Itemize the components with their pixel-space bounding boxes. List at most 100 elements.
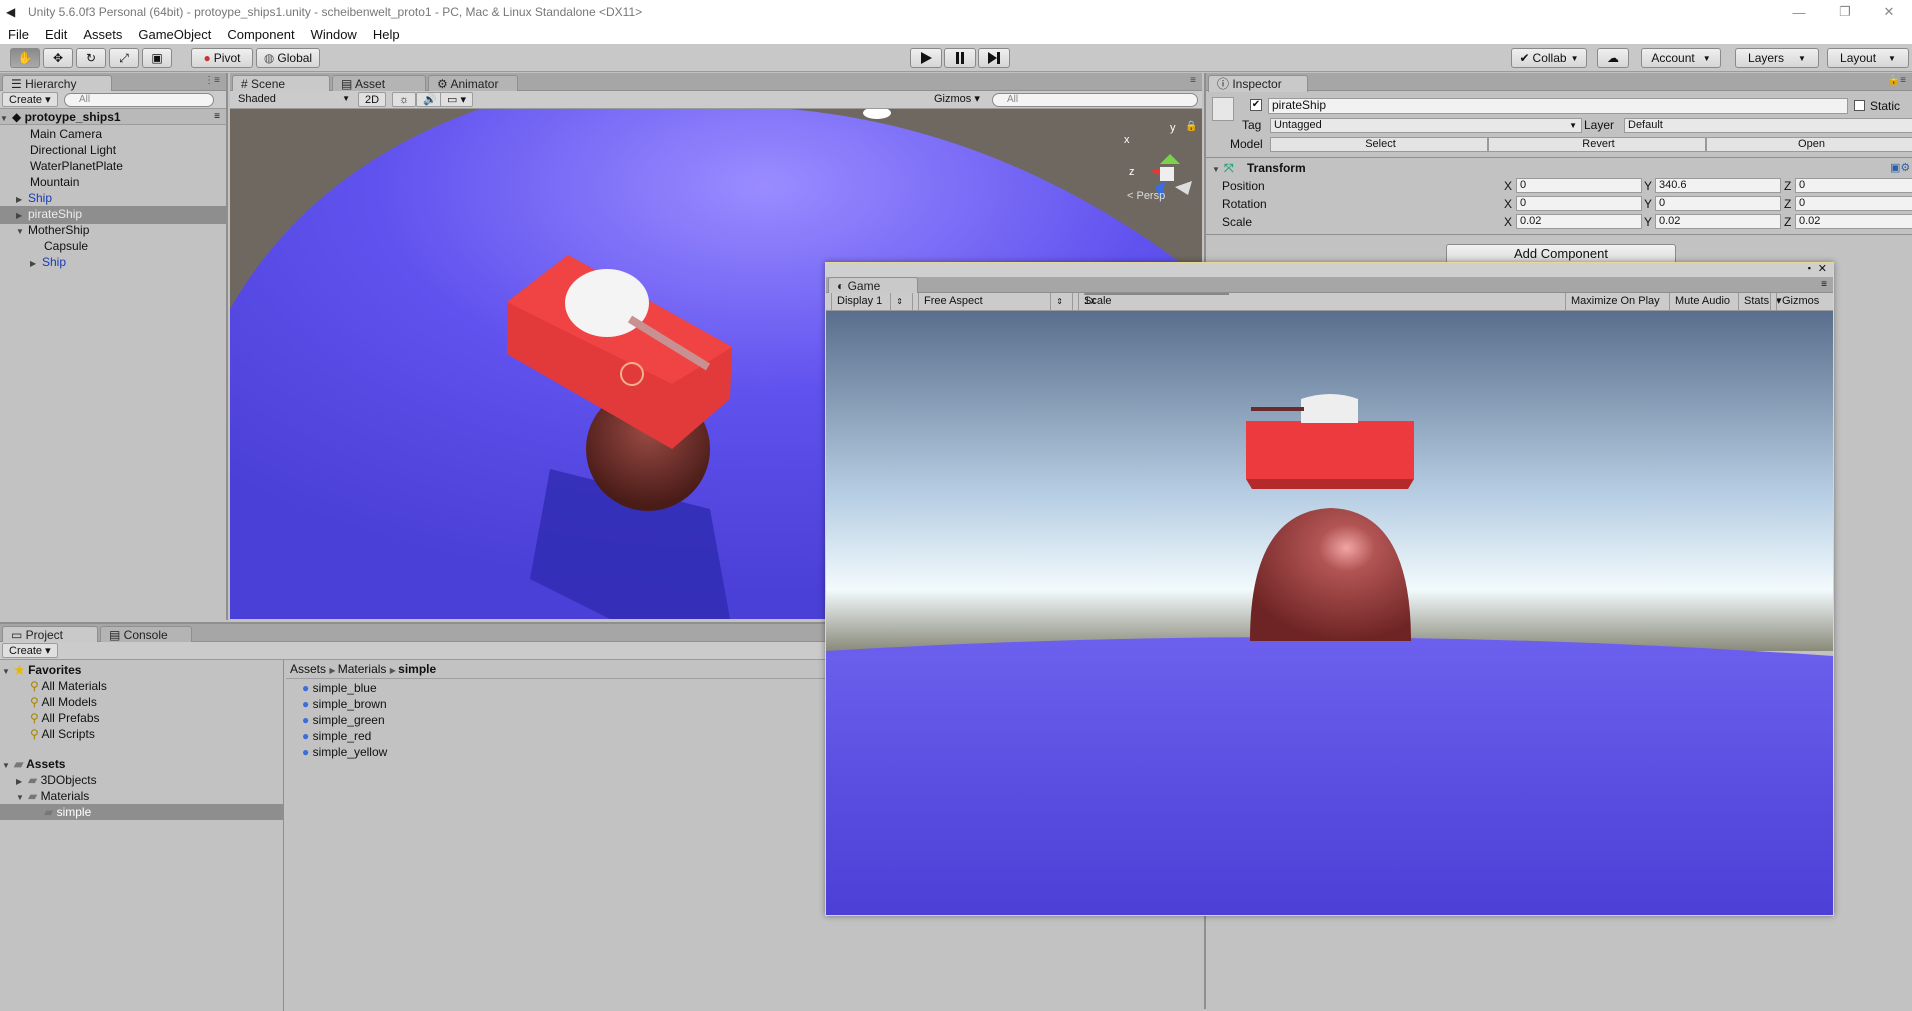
expand-arrow-icon[interactable]: ▼ bbox=[2, 758, 14, 774]
list-item[interactable]: ● simple_blue bbox=[302, 680, 377, 696]
step-button[interactable] bbox=[978, 48, 1010, 68]
tab-hierarchy[interactable]: ☰ Hierarchy bbox=[2, 75, 112, 92]
scene-root-row[interactable]: ▼ ◆ protoype_ships1 ≡ bbox=[0, 109, 226, 125]
game-viewport[interactable] bbox=[826, 311, 1833, 915]
toggle-2d-button[interactable]: 2D bbox=[358, 92, 387, 107]
list-item[interactable]: Directional Light bbox=[30, 142, 116, 158]
expand-arrow-icon[interactable]: ▼ bbox=[0, 111, 12, 127]
list-item[interactable]: ⚲ All Models bbox=[30, 694, 97, 710]
hierarchy-create-button[interactable]: Create ▾ bbox=[2, 92, 58, 107]
maximize-on-play-button[interactable]: Maximize On Play bbox=[1565, 293, 1665, 310]
hierarchy-search-input[interactable]: All bbox=[64, 93, 214, 107]
gizmos-dropdown[interactable]: Gizmos ▾ bbox=[928, 92, 986, 107]
rotation-x-field[interactable]: 0 bbox=[1516, 196, 1642, 211]
close-icon[interactable]: ✕ bbox=[1866, 0, 1912, 24]
cloud-button[interactable]: ☁ bbox=[1597, 48, 1629, 68]
expand-arrow-icon[interactable]: ▼ bbox=[16, 224, 28, 240]
lock-icon[interactable]: 🔒≡ bbox=[1888, 75, 1906, 86]
add-component-button[interactable]: Add Component bbox=[1446, 244, 1676, 264]
scale-z-field[interactable]: 0.02 bbox=[1795, 214, 1912, 229]
account-button[interactable]: Account ▼ bbox=[1641, 48, 1721, 68]
list-item[interactable]: ● simple_yellow bbox=[302, 744, 387, 760]
panel-menu-icon[interactable]: ⋮≡ bbox=[204, 75, 220, 86]
collab-button[interactable]: ✔ Collab ▼ bbox=[1511, 48, 1587, 68]
menu-component[interactable]: Component bbox=[219, 27, 302, 42]
layout-button[interactable]: Layout ▼ bbox=[1827, 48, 1909, 68]
global-button[interactable]: ◍ Global bbox=[256, 48, 320, 68]
menu-assets[interactable]: Assets bbox=[75, 27, 130, 42]
list-item[interactable]: ● simple_green bbox=[302, 712, 385, 728]
minimize-icon[interactable]: — bbox=[1776, 0, 1822, 24]
position-z-field[interactable]: 0 bbox=[1795, 178, 1912, 193]
scale-slider-track[interactable] bbox=[1084, 293, 1229, 295]
expand-arrow-icon[interactable]: ▶ bbox=[30, 256, 42, 272]
scale-x-field[interactable]: 0.02 bbox=[1516, 214, 1642, 229]
rotation-z-field[interactable]: 0 bbox=[1795, 196, 1912, 211]
scale-slider[interactable]: Scale 1x bbox=[1072, 293, 1272, 310]
menu-file[interactable]: File bbox=[0, 27, 37, 42]
tab-inspector[interactable]: ⓘ Inspector bbox=[1208, 75, 1308, 92]
persp-label[interactable]: < Persp bbox=[1127, 190, 1165, 202]
model-open-button[interactable]: Open bbox=[1706, 137, 1912, 152]
help-icon[interactable]: ▣⚙ bbox=[1890, 161, 1910, 174]
rotation-y-field[interactable]: 0 bbox=[1655, 196, 1781, 211]
menu-gameobject[interactable]: GameObject bbox=[130, 27, 219, 42]
tag-dropdown[interactable]: Untagged ▼ bbox=[1270, 118, 1582, 133]
list-item[interactable]: ● simple_brown bbox=[302, 696, 387, 712]
menu-window[interactable]: Window bbox=[303, 27, 365, 42]
shading-dropdown[interactable]: Shaded ▼ bbox=[232, 92, 354, 107]
tab-project[interactable]: ▭ Project bbox=[2, 626, 98, 643]
lock-icon[interactable]: 🔒 bbox=[1185, 120, 1197, 132]
menu-edit[interactable]: Edit bbox=[37, 27, 75, 42]
layers-button[interactable]: Layers ▼ bbox=[1735, 48, 1819, 68]
hand-tool-icon[interactable]: ✋ bbox=[10, 48, 40, 68]
list-item-selected[interactable]: ▰ simple bbox=[0, 804, 283, 820]
layer-dropdown[interactable]: Default bbox=[1624, 118, 1912, 133]
breadcrumb-item[interactable]: Materials bbox=[338, 662, 387, 676]
effects-toggle-icon[interactable]: ▭ ▾ bbox=[440, 92, 473, 107]
tab-game[interactable]: ◐ Game bbox=[828, 277, 918, 294]
active-checkbox[interactable]: ✔ bbox=[1250, 99, 1262, 111]
mute-audio-button[interactable]: Mute Audio bbox=[1669, 293, 1735, 310]
breadcrumb-item[interactable]: Assets bbox=[290, 662, 326, 676]
maximize-icon[interactable]: ▪ bbox=[1808, 263, 1811, 273]
panel-menu-icon[interactable]: ≡ bbox=[1190, 75, 1196, 86]
position-x-field[interactable]: 0 bbox=[1516, 178, 1642, 193]
lighting-toggle-icon[interactable]: ☼ bbox=[392, 92, 417, 107]
model-select-button[interactable]: Select bbox=[1270, 137, 1488, 152]
pivot-button[interactable]: ● Pivot bbox=[191, 48, 253, 68]
list-item[interactable]: Capsule bbox=[44, 238, 88, 254]
tab-animator[interactable]: ⚙ Animator bbox=[428, 75, 518, 92]
scene-menu-icon[interactable]: ≡ bbox=[214, 109, 220, 125]
tab-scene[interactable]: # Scene bbox=[232, 75, 330, 92]
move-tool-icon[interactable]: ✥ bbox=[43, 48, 73, 68]
tab-console[interactable]: ▤ Console bbox=[100, 626, 192, 643]
list-item[interactable]: ⚲ All Scripts bbox=[30, 726, 95, 742]
expand-arrow-icon[interactable]: ▼ bbox=[2, 664, 14, 680]
aspect-dropdown[interactable]: Free Aspect ⇕ bbox=[912, 293, 1072, 310]
list-item[interactable]: Main Camera bbox=[30, 126, 102, 142]
scene-search-input[interactable]: All bbox=[992, 93, 1198, 107]
model-revert-button[interactable]: Revert bbox=[1488, 137, 1706, 152]
expand-arrow-icon[interactable]: ▼ bbox=[1212, 162, 1224, 178]
stats-button[interactable]: Stats bbox=[1738, 293, 1774, 310]
close-icon[interactable]: ✕ bbox=[1818, 262, 1827, 275]
list-item[interactable]: WaterPlanetPlate bbox=[30, 158, 123, 174]
list-item[interactable]: ⚲ All Prefabs bbox=[30, 710, 100, 726]
display-dropdown[interactable]: Display 1 ⇕ bbox=[826, 293, 912, 310]
breadcrumb-item[interactable]: simple bbox=[398, 662, 436, 676]
transform-header[interactable]: ▼ ⤧ Transform bbox=[1212, 160, 1306, 178]
list-item[interactable]: ⚲ All Materials bbox=[30, 678, 107, 694]
scale-y-field[interactable]: 0.02 bbox=[1655, 214, 1781, 229]
list-item[interactable]: Mountain bbox=[30, 174, 79, 190]
list-item[interactable]: ▶ Ship bbox=[30, 254, 66, 272]
restore-icon[interactable]: ❐ bbox=[1822, 0, 1868, 24]
pause-button[interactable] bbox=[944, 48, 976, 68]
tab-asset-store[interactable]: ▤ Asset Store bbox=[332, 75, 426, 107]
panel-menu-icon[interactable]: ≡ bbox=[1821, 279, 1827, 290]
rotate-tool-icon[interactable]: ↻ bbox=[76, 48, 106, 68]
play-button[interactable] bbox=[910, 48, 942, 68]
list-item[interactable]: ● simple_red bbox=[302, 728, 371, 744]
gizmos-dropdown[interactable]: Gizmos ▾ bbox=[1770, 293, 1832, 310]
rect-tool-icon[interactable]: ▣ bbox=[142, 48, 172, 68]
